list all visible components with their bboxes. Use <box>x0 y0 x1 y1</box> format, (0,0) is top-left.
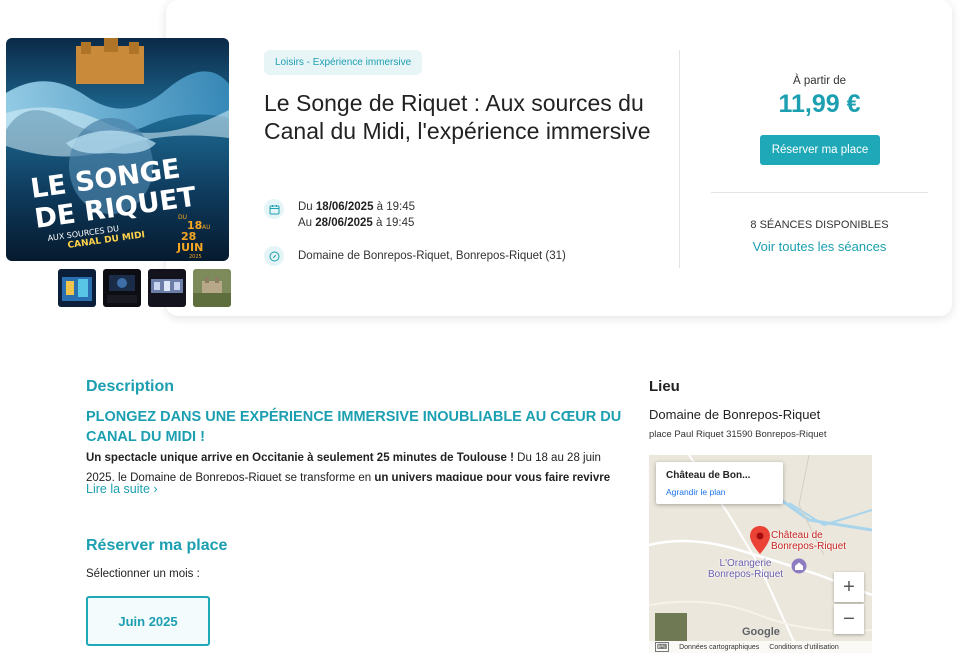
event-title: Le Songe de Riquet : Aux sources du Cana… <box>264 90 651 144</box>
poster-image: LE SONGE DE RIQUET AUX SOURCES DU CANAL … <box>6 38 229 261</box>
event-date-to: Au 28/06/2025 à 19:45 <box>298 215 415 231</box>
thumbnail-image <box>103 269 141 307</box>
map-marker-icon[interactable] <box>749 525 771 555</box>
date-from-value: 18/06/2025 <box>315 201 374 213</box>
keyboard-icon[interactable]: ⌨ <box>655 642 670 652</box>
price-label: À partir de <box>792 75 847 87</box>
gallery-thumbnail[interactable] <box>103 269 141 307</box>
map-footer: ⌨ Données cartographiques Conditions d'u… <box>649 641 872 653</box>
map-marker-label: Château de Bonrepos-Riquet <box>771 530 846 552</box>
thumbnail-image <box>58 269 96 307</box>
read-more-link[interactable]: Lire la suite › <box>86 482 158 496</box>
price-divider <box>711 192 928 193</box>
date-to-prefix: Au <box>298 217 316 229</box>
marker-label-line2: Bonrepos-Riquet <box>771 541 847 552</box>
google-logo: Google <box>742 626 780 638</box>
poster-date-du: DU <box>178 214 187 221</box>
event-card: Loisirs - Expérience immersive Le Songe … <box>166 0 952 316</box>
event-poster[interactable]: LE SONGE DE RIQUET AUX SOURCES DU CANAL … <box>6 38 229 261</box>
poster-date-au: AU <box>202 224 211 231</box>
thumbnail-image <box>193 269 231 307</box>
gallery-thumbnails <box>58 269 231 307</box>
zoom-out-button[interactable]: − <box>834 604 864 634</box>
venue-name: Domaine de Bonrepos-Riquet <box>649 407 821 422</box>
event-page: LE SONGE DE RIQUET AUX SOURCES DU CANAL … <box>0 0 960 663</box>
enlarge-map-link[interactable]: Agrandir le plan <box>666 487 726 497</box>
description-headline: PLONGEZ DANS UNE EXPÉRIENCE IMMERSIVE IN… <box>86 409 622 445</box>
lieu-title: Lieu <box>649 378 680 395</box>
booking-title: Réserver ma place <box>86 537 228 554</box>
sessions-count: 8 SÉANCES DISPONIBLES <box>750 219 889 231</box>
event-location: Domaine de Bonrepos-Riquet, Bonrepos-Riq… <box>264 246 566 266</box>
thumbnail-image <box>148 269 186 307</box>
calendar-icon <box>264 199 284 219</box>
event-category-tag[interactable]: Loisirs - Expérience immersive <box>264 50 423 75</box>
poster-date-month: JUIN <box>176 241 203 254</box>
zoom-in-button[interactable]: + <box>834 572 864 602</box>
event-date-from: Du 18/06/2025 à 19:45 <box>298 199 415 215</box>
date-to-time: à 19:45 <box>372 217 415 229</box>
month-button[interactable]: Juin 2025 <box>86 596 210 646</box>
description-title: Description <box>86 378 175 395</box>
poster-date-year: 2025 <box>189 254 202 260</box>
poi-label-line2: Bonrepos-Riquet <box>708 569 784 580</box>
venue-address: place Paul Riquet 31590 Bonrepos-Riquet <box>649 429 827 440</box>
description-text: Un spectacle unique arrive en Occitanie … <box>86 448 626 481</box>
map-data-label[interactable]: Données cartographiques <box>679 644 759 651</box>
book-button[interactable]: Réserver ma place <box>760 135 880 165</box>
map-info-card: Château de Bon... Agrandir le plan <box>656 462 783 504</box>
poi-icon[interactable] <box>791 558 807 574</box>
poi-label-line1: L'Orangerie <box>719 558 772 569</box>
event-price: 11,99 € <box>778 90 861 118</box>
gallery-thumbnail[interactable] <box>58 269 96 307</box>
event-date-range: Du 18/06/2025 à 19:45 Au 28/06/2025 à 19… <box>298 199 415 231</box>
map-poi-label: L'Orangerie Bonrepos-Riquet <box>708 558 783 580</box>
compass-icon <box>264 246 284 266</box>
description-bold-1: Un spectacle unique arrive en Occitanie … <box>86 452 514 464</box>
date-to-value: 28/06/2025 <box>315 217 373 229</box>
venue-map[interactable]: Château de Bon... Agrandir le plan Châte… <box>649 455 872 653</box>
date-from-prefix: Du <box>298 201 316 213</box>
event-location-text: Domaine de Bonrepos-Riquet, Bonrepos-Riq… <box>298 250 566 262</box>
map-card-title: Château de Bon... <box>666 470 751 481</box>
gallery-thumbnail[interactable] <box>193 269 231 307</box>
all-sessions-link[interactable]: Voir toutes les séances <box>711 239 928 254</box>
map-terms-link[interactable]: Conditions d'utilisation <box>769 644 838 651</box>
event-dates: Du 18/06/2025 à 19:45 Au 28/06/2025 à 19… <box>264 199 415 231</box>
gallery-thumbnail[interactable] <box>148 269 186 307</box>
select-month-label: Sélectionner un mois : <box>86 568 200 580</box>
marker-label-line1: Château de <box>771 530 823 541</box>
description-bold-2: un univers magique pour vous faire reviv… <box>374 472 611 481</box>
date-from-time: à 19:45 <box>373 201 416 213</box>
card-divider <box>679 50 680 268</box>
